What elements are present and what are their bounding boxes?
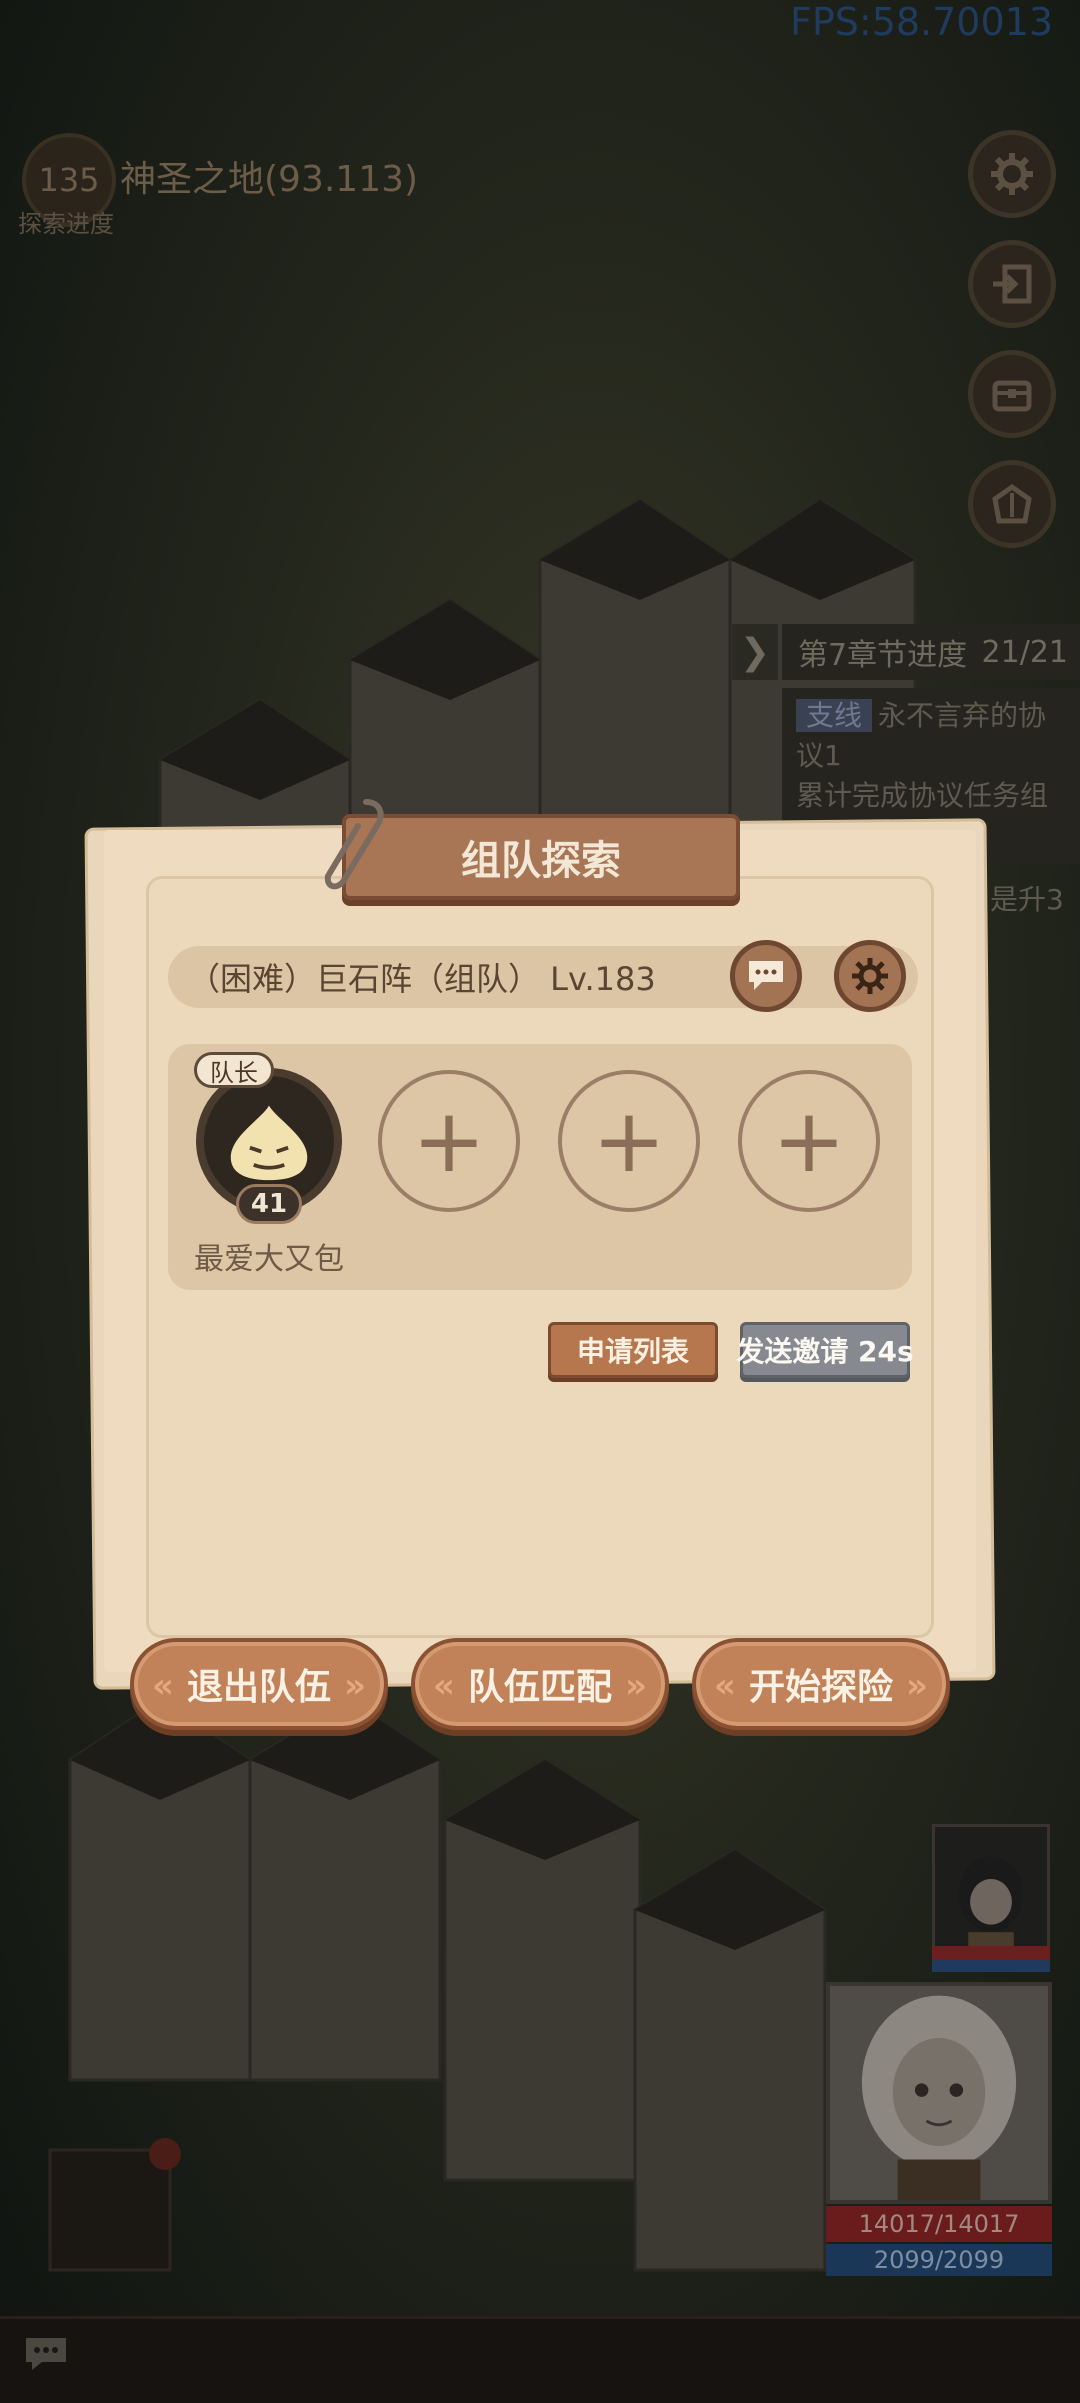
hero-portrait-main[interactable] [826, 1982, 1052, 2204]
quest-description: 累计完成协议任务组 [796, 779, 1049, 812]
gear-icon [991, 153, 1033, 195]
leave-team-button[interactable]: « 退出队伍 » [130, 1638, 388, 1730]
chevron-right-icon: » [625, 1666, 647, 1706]
dungeon-info: （困难）巨石阵（组队） Lv.183 [168, 946, 918, 1008]
chevron-right-icon: » [344, 1666, 366, 1706]
chevron-left-icon: « [152, 1666, 174, 1706]
chapter-panel-toggle[interactable]: ❯ [732, 624, 778, 680]
exit-icon [993, 264, 1032, 304]
exit-button[interactable] [968, 240, 1056, 328]
settings-button[interactable] [968, 130, 1056, 218]
guild-button[interactable] [968, 460, 1056, 548]
speech-bubble-icon [749, 961, 783, 990]
chapter-title-bar[interactable]: 第7章节进度 21/21 [782, 624, 1080, 680]
leader-name: 最爱大又包 [194, 1242, 344, 1277]
chapter-title: 第7章节进度 [798, 638, 968, 673]
chat-button[interactable] [730, 940, 802, 1012]
chest-button[interactable] [968, 350, 1056, 438]
leader-tag: 队长 [194, 1052, 274, 1088]
chevron-left-icon: « [433, 1666, 455, 1706]
chevron-right-icon: » [906, 1666, 928, 1706]
hero-main-image [861, 1995, 1017, 2200]
dungeon-name: （困难）巨石阵（组队） Lv.183 [188, 960, 656, 998]
paperclip-icon [324, 799, 384, 890]
apply-list-button[interactable]: 申请列表 [548, 1322, 718, 1378]
chest-icon [992, 380, 1032, 412]
hero-small-mp-bar [932, 1960, 1050, 1972]
empty-member-slot[interactable]: + [378, 1070, 520, 1212]
hero-mp-bar: 2099/2099 [826, 2244, 1052, 2276]
dialog-title: 组队探索 [342, 814, 740, 900]
quest-tag: 支线 [796, 699, 873, 732]
chat-icon[interactable] [22, 2334, 70, 2374]
team-match-button[interactable]: « 队伍匹配 » [411, 1638, 669, 1730]
empty-member-slot[interactable]: + [558, 1070, 700, 1212]
send-invite-button[interactable]: 发送邀请 24s [736, 1322, 914, 1378]
empty-member-slot[interactable]: + [738, 1070, 880, 1212]
slime-avatar-icon [230, 1105, 308, 1181]
hero-hp-bar: 14017/14017 [826, 2206, 1052, 2242]
area-name: 神圣之地(93.113) [120, 159, 419, 200]
start-adventure-button[interactable]: « 开始探险 » [692, 1638, 950, 1730]
quest-extra-text: 是升3 [990, 883, 1064, 916]
leave-team-label: 退出队伍 [186, 1667, 331, 1708]
gear-icon [852, 958, 888, 994]
fps-counter: FPS:58.70013 [790, 0, 1054, 44]
helmet-icon [992, 483, 1032, 524]
chapter-progress: 21/21 [981, 634, 1068, 670]
leader-level-badge: 41 [236, 1184, 302, 1224]
hero-small-hp-bar [932, 1946, 1050, 1960]
exploration-label: 探索进度 [18, 210, 114, 238]
party-settings-button[interactable] [834, 940, 906, 1012]
team-match-label: 队伍匹配 [467, 1667, 612, 1708]
start-adventure-label: 开始探险 [748, 1667, 893, 1708]
chevron-left-icon: « [714, 1666, 736, 1706]
bottom-bar [0, 2316, 1080, 2403]
